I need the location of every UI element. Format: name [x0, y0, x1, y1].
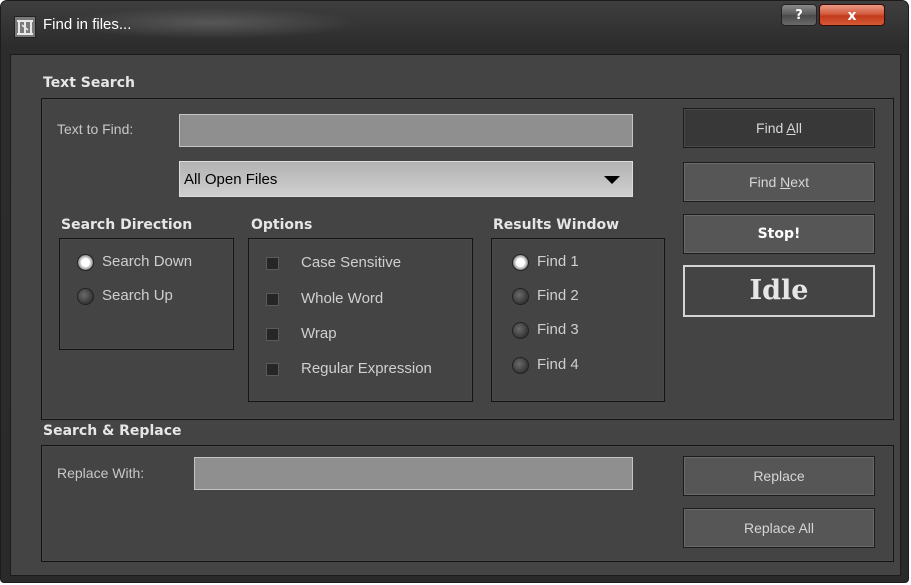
find-all-label-post: ll [795, 120, 802, 136]
radio-unselected-icon [512, 322, 529, 339]
checkbox-icon [266, 328, 279, 341]
find-next-label-post: ext [790, 174, 809, 190]
radio-unselected-icon [512, 288, 529, 305]
radio-unselected-icon [77, 288, 94, 305]
replace-all-button[interactable]: Replace All [683, 508, 875, 548]
search-down-label: Search Down [102, 253, 193, 270]
find-all-label-pre: Find [756, 120, 787, 136]
search-up-label: Search Up [102, 287, 173, 304]
find-2-label: Find 2 [537, 287, 579, 304]
checkbox-icon [266, 257, 279, 270]
dropdown-arrow-icon [604, 176, 620, 184]
title-bar[interactable]: Find in files... ? x [1, 1, 908, 51]
window-title: Find in files... [43, 16, 132, 33]
regular-expression-label: Regular Expression [301, 360, 432, 377]
help-button[interactable]: ? [781, 4, 817, 26]
find-in-files-window: Find in files... ? x Text Search Text to… [0, 0, 909, 583]
find-next-label-pre: Find [749, 174, 781, 190]
results-window-group-label: Results Window [493, 217, 620, 233]
find-next-button[interactable]: Find Next [683, 162, 875, 202]
case-sensitive-label: Case Sensitive [301, 254, 402, 271]
search-direction-group-label: Search Direction [61, 217, 193, 233]
app-icon [14, 16, 36, 38]
options-group-label: Options [251, 217, 313, 233]
search-scope-dropdown[interactable]: All Open Files [179, 161, 633, 197]
text-search-group-label: Text Search [43, 75, 135, 91]
find-3-label: Find 3 [537, 321, 579, 338]
find-next-label-accel: N [780, 174, 791, 190]
radio-selected-icon [512, 254, 529, 271]
wrap-label: Wrap [301, 325, 337, 342]
replace-with-label: Replace With: [57, 465, 145, 481]
checkbox-icon [266, 293, 279, 306]
find-all-button[interactable]: Find All [683, 108, 875, 148]
find-1-label: Find 1 [537, 253, 579, 270]
search-status: Idle [683, 265, 875, 317]
radio-unselected-icon [512, 357, 529, 374]
whole-word-label: Whole Word [301, 290, 384, 307]
stop-button[interactable]: Stop! [683, 214, 875, 254]
dialog-body: Text Search Text to Find: All Open Files… [10, 54, 901, 576]
text-to-find-label: Text to Find: [57, 121, 134, 137]
replace-button[interactable]: Replace [683, 456, 875, 496]
radio-selected-icon [77, 254, 94, 271]
close-button[interactable]: x [819, 4, 885, 26]
find-all-label-accel: A [786, 120, 796, 136]
checkbox-icon [266, 363, 279, 376]
replace-with-input[interactable] [194, 457, 633, 490]
search-scope-value: All Open Files [184, 171, 278, 188]
find-4-label: Find 4 [537, 356, 579, 373]
search-replace-group-label: Search & Replace [43, 423, 182, 439]
text-to-find-input[interactable] [179, 114, 633, 147]
